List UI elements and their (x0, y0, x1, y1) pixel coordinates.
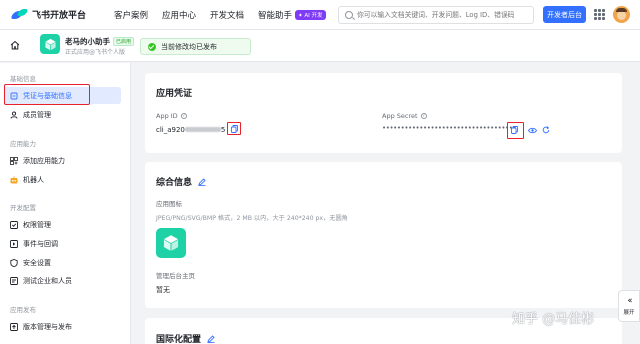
top-navigation-bar: 飞书开放平台 客户案例 应用中心 开发文档 智能助手 ✦ AI 开发 开发者后台 (0, 0, 640, 30)
app-name-text: 老马的小助手 (65, 37, 110, 46)
admin-home-label: 管理后台主页 (156, 272, 195, 280)
sidebar-item-version-release[interactable]: 版本管理与发布 (4, 318, 121, 335)
redacted-app-id (184, 127, 221, 132)
i18n-title: 国际化配置 (156, 332, 215, 344)
app-id-label: App ID ? (156, 112, 187, 120)
robot-icon (10, 175, 18, 184)
sidebar-item-label: 安全设置 (23, 258, 51, 267)
publish-status-notice: 当前修改均已发布 (140, 38, 251, 55)
sidebar-section-basic-info: 基础信息 (10, 75, 36, 83)
app-icon-preview[interactable] (156, 228, 186, 258)
general-info-card: 综合信息 应用图标 JPEG/PNG/SVG/BMP 格式，2 MB 以内，大于… (145, 162, 622, 308)
sidebar-item-label: 版本管理与发布 (23, 322, 72, 331)
credentials-title: 应用凭证 (156, 89, 193, 99)
refresh-icon[interactable] (542, 126, 550, 134)
release-icon (10, 322, 18, 331)
chevron-left-double-icon: ‹‹ (627, 295, 632, 306)
highlight-annotation-copy-secret (507, 122, 524, 139)
home-icon[interactable] (10, 40, 20, 50)
expand-label: 展开 (623, 309, 635, 316)
sidebar-item-label: 权限管理 (23, 220, 51, 229)
sidebar-section-dev-config: 开发配置 (10, 204, 36, 212)
cube-icon (44, 38, 56, 50)
sidebar-section-release: 应用发布 (10, 306, 36, 314)
app-id-value: cli_a920 5 (156, 126, 225, 134)
feishu-logo-icon (10, 8, 28, 21)
nav-ai-assistant-label: 智能助手 (258, 10, 293, 21)
sidebar-item-label: 成员管理 (23, 110, 51, 119)
app-icon-label: 应用图标 (156, 200, 182, 208)
publish-status-text: 当前修改均已发布 (161, 42, 217, 51)
app-name: 老马的小助手 已启用 (65, 36, 135, 47)
app-id-label-text: App ID (156, 112, 178, 120)
i18n-title-text: 国际化配置 (156, 335, 202, 344)
user-avatar[interactable] (613, 6, 630, 23)
shield-icon (10, 258, 18, 267)
admin-home-value: 暂无 (156, 286, 170, 294)
edit-icon[interactable] (198, 177, 206, 186)
app-id-prefix: cli_a920 (156, 126, 185, 134)
general-info-title: 综合信息 (156, 175, 206, 188)
main-nav: 客户案例 应用中心 开发文档 智能助手 ✦ AI 开发 (114, 9, 340, 21)
general-info-title-text: 综合信息 (156, 178, 193, 188)
person-icon (10, 111, 18, 119)
eye-icon[interactable] (528, 127, 537, 134)
nav-app-center[interactable]: 应用中心 (162, 9, 196, 21)
search-box[interactable] (338, 6, 534, 24)
sidebar-item-label: 添加应用能力 (23, 156, 65, 165)
sidebar-item-label: 测试企业和人员 (23, 276, 72, 285)
permission-icon (10, 220, 18, 229)
sidebar-item-permissions[interactable]: 权限管理 (4, 216, 121, 233)
edit-icon[interactable] (207, 334, 215, 343)
app-secret-value: •••••••••••••••••••••••••••••••••••• (382, 124, 517, 132)
event-icon (10, 239, 18, 248)
search-input[interactable] (357, 11, 533, 19)
app-header: 老马的小助手 已启用 正式应用@飞书个人版 当前修改均已发布 (0, 30, 640, 62)
watermark-text: 知乎 @马佳彬 (512, 312, 595, 327)
sidebar-item-label: 机器人 (23, 175, 44, 184)
nav-dev-docs[interactable]: 开发文档 (210, 9, 244, 21)
help-icon[interactable]: ? (420, 113, 427, 119)
highlight-annotation-credentials (4, 84, 90, 105)
sidebar-item-bot[interactable]: 机器人 (4, 171, 121, 188)
app-subtitle: 正式应用@飞书个人版 (65, 49, 126, 56)
sidebar-item-add-capability[interactable]: 添加应用能力 (4, 152, 121, 169)
credentials-card: 应用凭证 App ID ? cli_a920 5 App Secret ? •••… (145, 73, 622, 153)
sidebar-item-test-enterprise[interactable]: 测试企业和人员 (4, 272, 121, 289)
search-icon (345, 11, 353, 19)
nav-ai-assistant[interactable]: 智能助手 ✦ AI 开发 (258, 9, 326, 21)
feishu-open-platform-logo[interactable]: 飞书开放平台 (10, 8, 96, 21)
sidebar-item-label: 事件与回调 (23, 239, 58, 248)
app-id-suffix: 5 (220, 126, 226, 134)
cube-icon (163, 235, 179, 251)
grid-plus-icon (10, 156, 18, 165)
app-icon (40, 34, 60, 54)
check-circle-icon (148, 42, 156, 51)
app-secret-label-text: App Secret (382, 112, 418, 120)
sidebar-section-app-capability: 应用能力 (10, 140, 36, 148)
expand-panel-button[interactable]: ‹‹ 展开 (618, 290, 640, 322)
help-icon[interactable]: ? (180, 113, 187, 119)
app-grid-icon[interactable] (594, 9, 605, 20)
app-icon-hint: JPEG/PNG/SVG/BMP 格式，2 MB 以内，大于 240*240 p… (156, 215, 348, 222)
nav-customer-cases[interactable]: 客户案例 (114, 9, 148, 21)
sidebar-item-security[interactable]: 安全设置 (4, 254, 121, 271)
sidebar-item-events[interactable]: 事件与回调 (4, 235, 121, 252)
app-status-badge: 已启用 (113, 37, 135, 46)
test-icon (10, 276, 18, 285)
developer-console-button[interactable]: 开发者后台 (543, 6, 586, 23)
sidebar-item-members[interactable]: 成员管理 (4, 106, 121, 123)
highlight-annotation-copy-app-id (227, 122, 241, 135)
app-secret-label: App Secret ? (382, 112, 427, 120)
logo-text: 飞书开放平台 (32, 11, 87, 21)
ai-badge: ✦ AI 开发 (295, 9, 326, 20)
